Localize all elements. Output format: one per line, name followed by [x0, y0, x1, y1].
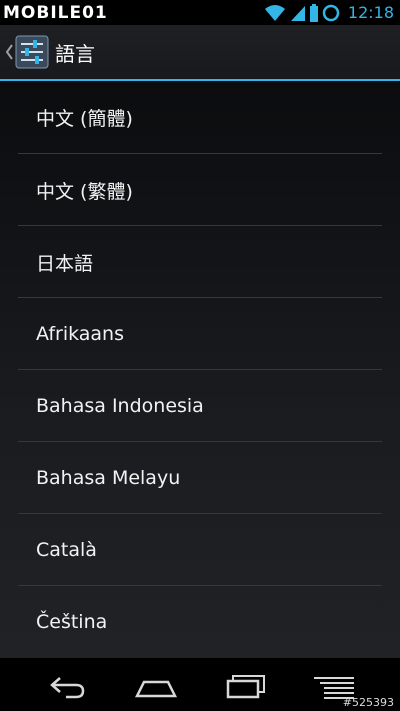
settings-sliders-icon[interactable]: [15, 35, 49, 69]
watermark-id: #525393: [342, 696, 394, 709]
list-item-label: Català: [36, 539, 97, 561]
wifi-icon: [264, 4, 285, 21]
list-item-label: 中文 (簡體): [36, 107, 133, 130]
language-item-id[interactable]: Bahasa Indonesia: [0, 370, 400, 442]
signal-icon: [290, 5, 305, 21]
language-item-af[interactable]: Afrikaans: [0, 298, 400, 370]
status-clock: 12:18: [347, 3, 394, 22]
home-icon[interactable]: [134, 668, 178, 702]
list-item-label: Čeština: [36, 611, 108, 633]
list-item-label: Bahasa Melayu: [36, 467, 181, 489]
sync-circle-icon: [322, 4, 340, 21]
list-item-label: Afrikaans: [36, 323, 124, 345]
mobile01-watermark-logo: MOBILE01: [3, 1, 108, 24]
back-icon[interactable]: [46, 668, 88, 702]
watermark-logo-text: MOBILE01: [3, 2, 108, 23]
navigation-bar: #525393: [0, 658, 400, 711]
language-list[interactable]: 中文 (簡體) 中文 (繁體) 日本語 Afrikaans Bahasa Ind…: [0, 81, 400, 658]
list-item-label: 中文 (繁體): [36, 180, 133, 203]
language-item-ja[interactable]: 日本語: [0, 226, 400, 298]
recent-apps-icon[interactable]: [224, 668, 268, 702]
list-item-label: 日本語: [36, 252, 94, 275]
status-bar: MOBILE01 12:18: [0, 0, 400, 25]
up-navigation-chevron-icon[interactable]: [4, 43, 14, 61]
list-item-label: Bahasa Indonesia: [36, 395, 204, 417]
language-item-ms[interactable]: Bahasa Melayu: [0, 442, 400, 514]
language-item-zh-tw[interactable]: 中文 (繁體): [0, 154, 400, 226]
page-title: 語言: [55, 41, 95, 66]
language-item-cs[interactable]: Čeština: [0, 586, 400, 658]
action-bar: 語言: [0, 25, 400, 79]
language-item-zh-cn[interactable]: 中文 (簡體): [0, 81, 400, 153]
battery-icon: [309, 3, 318, 22]
language-item-ca[interactable]: Català: [0, 514, 400, 586]
status-icons: 12:18: [264, 0, 394, 25]
